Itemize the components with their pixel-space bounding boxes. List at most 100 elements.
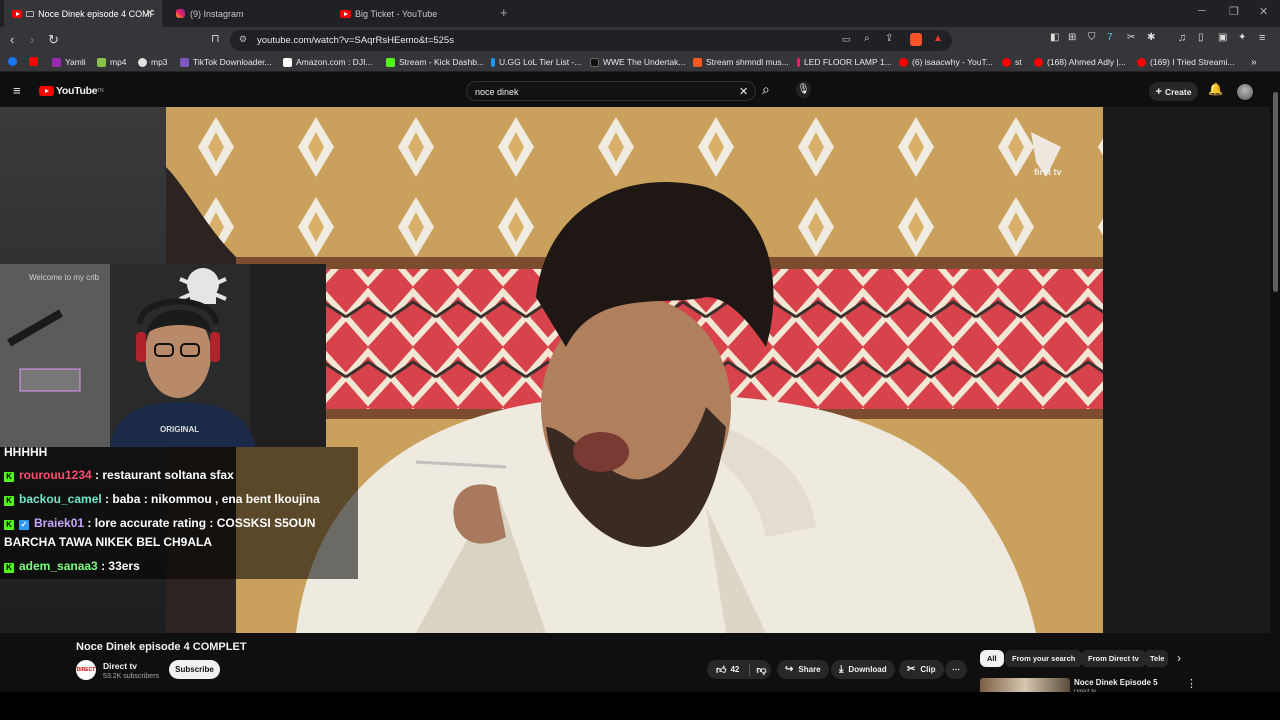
kick-badge-icon: K — [4, 496, 14, 506]
page-scrollbar[interactable] — [1270, 72, 1280, 692]
media-icon[interactable]: ♫ — [1178, 32, 1186, 44]
screen-share-icon — [26, 10, 35, 17]
chip-from-your-search[interactable]: From your search — [1005, 650, 1083, 667]
zoom-icon[interactable]: ⌕ — [864, 33, 870, 44]
leo-icon[interactable]: ✦ — [1238, 32, 1246, 43]
share-button[interactable]: ↪ Share — [777, 660, 829, 679]
bookmark-mp4[interactable]: mp4 — [97, 57, 127, 67]
subscriber-count: 53.2K subscribers — [103, 673, 160, 680]
more-actions-button[interactable]: ⋯ — [945, 660, 967, 679]
tab-instagram[interactable]: (9) Instagram — [168, 0, 328, 27]
back-icon[interactable]: ‹ — [10, 32, 14, 47]
youtube-logo[interactable]: YouTube TN — [39, 85, 104, 97]
channel-name[interactable]: Direct tv — [103, 661, 137, 671]
youtube-play-icon — [39, 86, 54, 96]
rewards-icon[interactable]: ▲ — [933, 33, 943, 44]
more-bookmarks-icon[interactable]: » — [1251, 57, 1257, 68]
bookmark-facebook[interactable] — [8, 57, 21, 66]
chip-from-direct-tv[interactable]: From Direct tv — [1081, 650, 1146, 667]
more-icon: ⋯ — [952, 665, 960, 674]
player-right-background — [1103, 107, 1270, 633]
bookmark-youtube[interactable] — [29, 57, 42, 66]
clip-button[interactable]: ✂ Clip — [899, 660, 944, 679]
microphone-icon[interactable]: 🎙 — [796, 81, 811, 98]
channel-watermark: first tv — [1034, 167, 1062, 177]
address-bar[interactable]: ⚙ youtube.com/watch?v=SAqrRsHEemo&t=525s… — [230, 30, 952, 51]
extension-1-icon[interactable]: ◧ — [1050, 32, 1059, 43]
bookmark-wwe[interactable]: WWE The Undertak... — [590, 57, 686, 67]
bookmark-mp3[interactable]: mp3 — [138, 57, 168, 67]
bookmark-stream[interactable]: Stream shmndl mus... — [693, 57, 789, 67]
extension-3-icon[interactable]: ⛉ — [1088, 32, 1096, 43]
site-info-icon[interactable]: ⚙ — [239, 34, 247, 45]
bookmark-tiktok[interactable]: TikTok Downloader... — [180, 57, 272, 67]
channel-avatar[interactable]: DIRECT — [76, 660, 96, 680]
like-icon[interactable]: 👍︎ — [716, 664, 726, 676]
bookmark-led-lamp[interactable]: LED FLOOR LAMP 1... — [797, 57, 892, 67]
hamburger-menu-icon[interactable]: ≡ — [13, 83, 21, 98]
subscribe-button[interactable]: Subscribe — [169, 660, 220, 679]
forward-icon[interactable]: › — [30, 32, 34, 47]
menu-icon[interactable]: ≡ — [1259, 32, 1265, 44]
youtube-icon — [1002, 57, 1011, 67]
bookmark-isaacwhy[interactable]: (6) isaacwhy - YouT... — [899, 57, 993, 67]
chevron-right-icon[interactable]: › — [1177, 651, 1181, 665]
recommended-title[interactable]: Noce Dinek Episode 5 — [1074, 678, 1158, 687]
bookmark-kick[interactable]: Stream - Kick Dashb... — [386, 57, 484, 67]
chat-username: Braiek01 — [34, 516, 85, 530]
youtube-icon — [1137, 57, 1146, 67]
shirt-text: ORIGINAL — [160, 425, 199, 434]
bookmark-tried-streaming[interactable]: (169) I Tried Streami... — [1137, 57, 1235, 67]
extension-5-icon[interactable]: ✂ — [1127, 32, 1135, 43]
like-count: 42 — [730, 665, 740, 674]
video-title: Noce Dinek episode 4 COMPLET — [76, 641, 247, 653]
tab-big-ticket[interactable]: Big Ticket - YouTube — [332, 0, 492, 27]
stream-chat-overlay: HHHHH Krourouu1234 : restaurant soltana … — [0, 445, 358, 579]
extension-4-icon[interactable]: 7 — [1107, 32, 1113, 43]
avatar[interactable] — [1237, 84, 1253, 100]
youtube-icon — [899, 57, 908, 67]
extensions-icon[interactable]: ✱ — [1147, 32, 1155, 43]
clear-search-icon[interactable]: ✕ — [739, 85, 748, 98]
chat-message: HHHHH — [4, 445, 48, 459]
bookmark-yamli[interactable]: Yamli — [52, 57, 86, 67]
kebab-menu-icon[interactable]: ⋮ — [1186, 677, 1197, 690]
youtube-header: ≡ YouTube TN noce dinek ✕ ⌕ 🎙 + Create 🔔 — [0, 72, 1280, 107]
sidebar-icon[interactable]: ▯ — [1198, 32, 1204, 43]
bookmark-icon[interactable]: ⊓ — [211, 32, 220, 45]
extension-2-icon[interactable]: ⊞ — [1068, 32, 1076, 43]
bookmark-ugg[interactable]: U.GG LoL Tier List -... — [491, 57, 581, 67]
close-window-button[interactable]: ✕ — [1259, 5, 1268, 18]
share-page-icon[interactable]: ⇪ — [885, 33, 893, 44]
download-button[interactable]: ⤓ Download — [831, 660, 895, 679]
tab-noce-dinek[interactable]: Noce Dinek episode 4 COMPL ✕ — [4, 0, 162, 27]
scrollbar-thumb[interactable] — [1273, 92, 1278, 292]
chip-tele[interactable]: Tele — [1144, 650, 1168, 667]
dislike-icon[interactable]: 👎︎ — [756, 664, 766, 676]
streamer-webcam: Welcome to my crib ORIGINAL — [0, 264, 326, 447]
bookmark-ahmed-adly[interactable]: (168) Ahmed Adly |... — [1034, 57, 1126, 67]
close-tab-icon[interactable]: ✕ — [146, 8, 154, 19]
download-icon: ⤓ — [839, 664, 844, 675]
chat-username: adem_sanaa3 — [19, 559, 98, 573]
bookmark-st[interactable]: st — [1002, 57, 1022, 67]
bookmark-amazon[interactable]: Amazon.com : DJI... — [283, 57, 373, 67]
scissors-icon: ✂ — [907, 664, 916, 675]
minimize-button[interactable]: ─ — [1198, 5, 1206, 17]
wallet-icon[interactable]: ▣ — [1218, 32, 1227, 43]
chip-all[interactable]: All — [980, 650, 1004, 667]
reload-icon[interactable]: ↻ — [48, 32, 59, 48]
notifications-bell-icon[interactable]: 🔔 — [1208, 82, 1223, 96]
bookmark-icon — [180, 57, 189, 67]
search-icon[interactable]: ⌕ — [762, 81, 770, 98]
new-tab-button[interactable]: + — [500, 5, 508, 20]
create-button[interactable]: + Create — [1149, 82, 1198, 101]
search-input[interactable]: noce dinek ✕ — [466, 81, 756, 101]
restore-button[interactable]: ❐ — [1229, 5, 1239, 18]
kick-badge-icon: K — [4, 520, 14, 530]
brave-shield-icon[interactable] — [910, 33, 922, 46]
recommended-thumbnail[interactable] — [980, 678, 1070, 692]
cast-icon[interactable]: ▭ — [842, 34, 851, 45]
divider — [749, 663, 751, 676]
bookmark-icon — [491, 57, 495, 67]
